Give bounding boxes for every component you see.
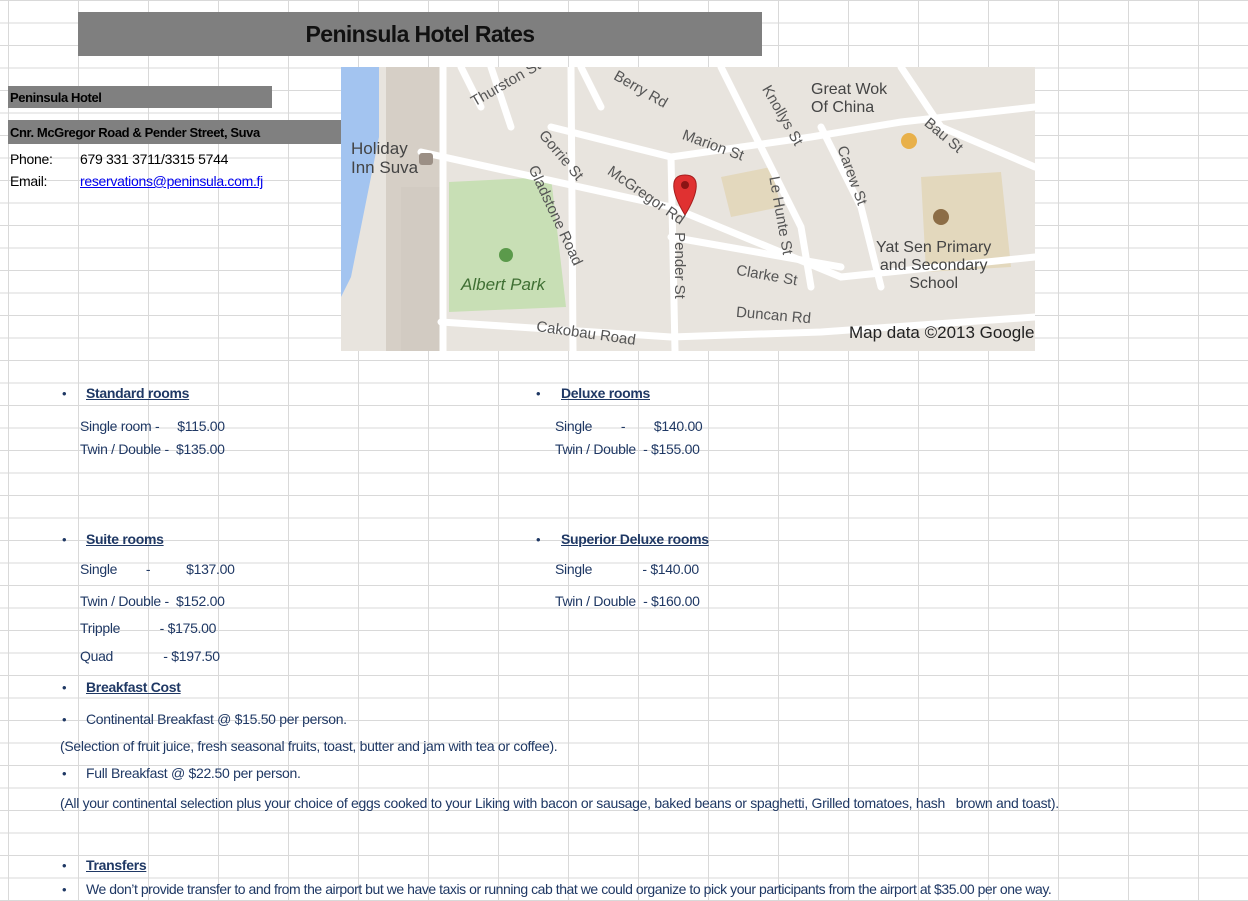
continental-breakfast: Continental Breakfast @ $15.50 per perso… — [86, 711, 347, 727]
standard-twin: Twin / Double - $135.00 — [80, 441, 225, 457]
phone-label: Phone: — [10, 151, 53, 167]
map-label-great-wok: Great Wok Of China — [811, 81, 888, 116]
suite-rooms-heading[interactable]: Suite rooms — [86, 531, 164, 547]
bullet-deluxe: • — [536, 386, 541, 401]
suite-single: Single - $137.00 — [80, 561, 235, 577]
deluxe-rooms-heading[interactable]: Deluxe rooms — [561, 385, 650, 401]
full-breakfast: Full Breakfast @ $22.50 per person. — [86, 765, 301, 781]
superior-twin: Twin / Double - $160.00 — [555, 593, 700, 609]
bullet-continental: • — [62, 712, 67, 727]
email-link[interactable]: reservations@peninsula.com.fj — [80, 173, 263, 189]
suite-twin: Twin / Double - $152.00 — [80, 593, 225, 609]
hotel-name: Peninsula Hotel — [10, 89, 102, 105]
deluxe-twin: Twin / Double - $155.00 — [555, 441, 700, 457]
bullet-suite: • — [62, 532, 67, 547]
hotel-name-cell[interactable]: Peninsula Hotel — [8, 86, 272, 108]
map-label-holiday-inn: Holiday Inn Suva — [351, 139, 419, 177]
bullet-transfers: • — [62, 858, 67, 873]
standard-rooms-heading[interactable]: Standard rooms — [86, 385, 189, 401]
hotel-address-cell[interactable]: Cnr. McGregor Road & Pender Street, Suva — [8, 120, 342, 144]
superior-rooms-heading[interactable]: Superior Deluxe rooms — [561, 531, 709, 547]
breakfast-heading[interactable]: Breakfast Cost — [86, 679, 181, 695]
suite-tripple: Tripple - $175.00 — [80, 620, 217, 636]
continental-note: (Selection of fruit juice, fresh seasona… — [60, 738, 558, 754]
map-label-yat-sen: Yat Sen Primary and Secondary School — [876, 239, 992, 292]
email-label: Email: — [10, 173, 48, 189]
superior-single: Single - $140.00 — [555, 561, 699, 577]
map-label-albert-park: Albert Park — [461, 275, 546, 294]
map-image[interactable]: Thurston St Berry Rd Knollys St Great Wo… — [341, 67, 1035, 351]
bullet-superior: • — [536, 532, 541, 547]
bullet-breakfast: • — [62, 680, 67, 695]
bullet-transfer-text: • — [62, 882, 67, 897]
transfers-heading[interactable]: Transfers — [86, 857, 147, 873]
phone-value: 679 331 3711/3315 5744 — [80, 151, 229, 167]
transfers-text: We don’t provide transfer to and from th… — [86, 881, 1052, 897]
deluxe-single: Single - $140.00 — [555, 418, 703, 434]
bullet-full: • — [62, 766, 67, 781]
map-copyright: Map data ©2013 Google — [849, 323, 1035, 342]
hotel-address: Cnr. McGregor Road & Pender Street, Suva — [10, 124, 260, 140]
title-banner[interactable]: Peninsula Hotel Rates — [78, 12, 762, 56]
bullet-standard: • — [62, 386, 67, 401]
full-note: (All your continental selection plus you… — [60, 795, 1059, 811]
standard-single: Single room - $115.00 — [80, 418, 225, 434]
map-label-pender: Pender St — [670, 232, 688, 299]
map-graphic — [341, 67, 1035, 351]
suite-quad: Quad - $197.50 — [80, 648, 220, 664]
page-title: Peninsula Hotel Rates — [305, 20, 536, 47]
